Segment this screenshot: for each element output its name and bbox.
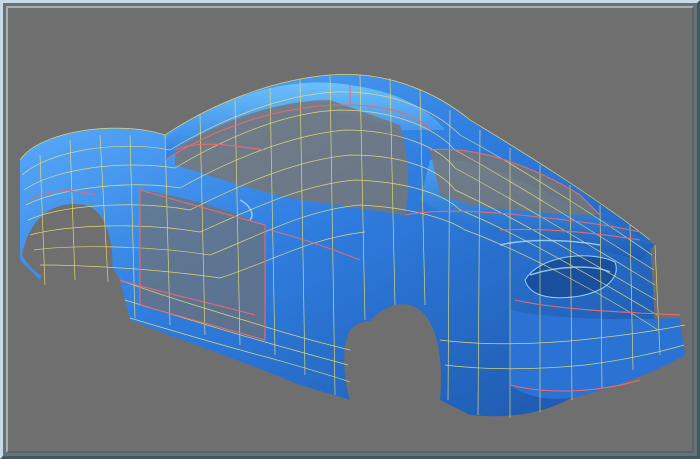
3d-viewport[interactable] [0,0,700,459]
